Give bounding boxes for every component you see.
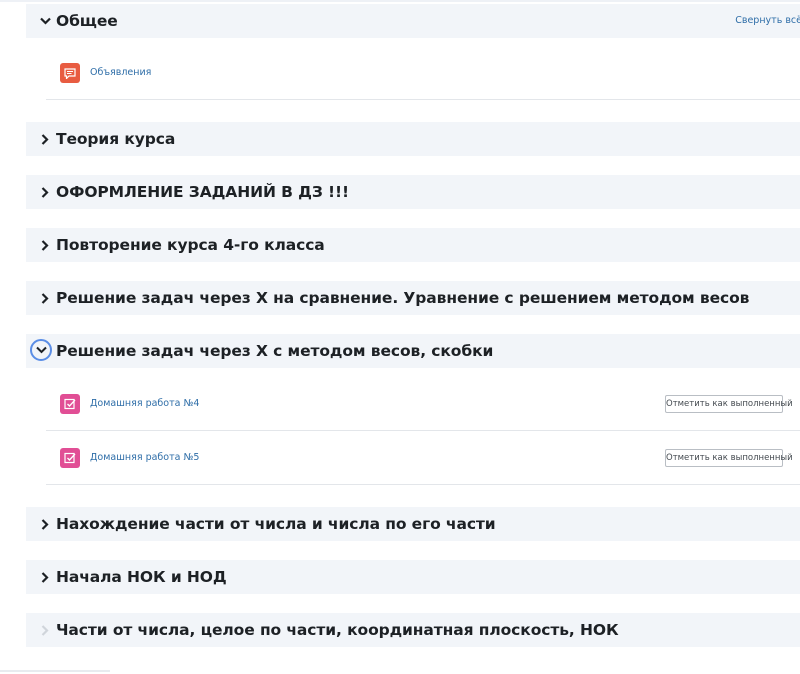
course-page: Общее Свернуть всё Объявления Теория кур… bbox=[0, 0, 800, 674]
section-title[interactable]: Повторение курса 4-го класса bbox=[56, 228, 325, 262]
top-divider bbox=[0, 0, 800, 2]
section-title[interactable]: Теория курса bbox=[56, 122, 175, 156]
section-title[interactable]: Нахождение части от числа и числа по его… bbox=[56, 507, 496, 541]
section-title[interactable]: ОФОРМЛЕНИЕ ЗАДАНИЙ В ДЗ !!! bbox=[56, 175, 349, 209]
forum-icon bbox=[60, 63, 80, 83]
chevron-right-icon[interactable] bbox=[37, 613, 53, 647]
chevron-right-icon[interactable] bbox=[37, 175, 53, 209]
section-title[interactable]: Общее bbox=[56, 4, 118, 38]
chevron-right-icon[interactable] bbox=[37, 507, 53, 541]
section-header-hw-formatting[interactable]: ОФОРМЛЕНИЕ ЗАДАНИЙ В ДЗ !!! bbox=[26, 175, 800, 209]
section-header-x-comparison[interactable]: Решение задач через Х на сравнение. Урав… bbox=[26, 281, 800, 315]
section-title[interactable]: Решение задач через Х на сравнение. Урав… bbox=[56, 281, 749, 315]
mark-as-done-button[interactable]: Отметить как выполненный bbox=[665, 395, 793, 413]
mark-as-done-button[interactable]: Отметить как выполненный bbox=[665, 449, 793, 467]
assignment-icon bbox=[60, 448, 80, 468]
section-header-grade4-review[interactable]: Повторение курса 4-го класса bbox=[26, 228, 800, 262]
chevron-right-icon[interactable] bbox=[37, 122, 53, 156]
section-header-course-theory[interactable]: Теория курса bbox=[26, 122, 800, 156]
collapse-all-link[interactable]: Свернуть всё bbox=[735, 4, 800, 38]
section-header-general[interactable]: Общее Свернуть всё bbox=[26, 4, 800, 38]
chevron-right-icon[interactable] bbox=[37, 560, 53, 594]
section-header-coordinate-plane[interactable]: Части от числа, целое по части, координа… bbox=[26, 613, 800, 647]
activity-item-announcements: Объявления bbox=[46, 46, 800, 100]
section-title[interactable]: Начала НОК и НОД bbox=[56, 560, 227, 594]
assignment-icon bbox=[60, 394, 80, 414]
chevron-down-icon[interactable] bbox=[37, 4, 53, 38]
chevron-right-icon[interactable] bbox=[37, 228, 53, 262]
chevron-down-icon[interactable] bbox=[30, 339, 52, 361]
activity-link[interactable]: Домашняя работа №5 bbox=[90, 431, 199, 485]
section-title[interactable]: Решение задач через Х с методом весов, с… bbox=[56, 334, 493, 368]
chevron-right-icon[interactable] bbox=[37, 281, 53, 315]
section-header-weights-brackets[interactable]: Решение задач через Х с методом весов, с… bbox=[26, 334, 800, 368]
section-header-part-of-number[interactable]: Нахождение части от числа и числа по его… bbox=[26, 507, 800, 541]
activity-link[interactable]: Домашняя работа №4 bbox=[90, 377, 199, 431]
activity-item-homework-4: Домашняя работа №4 Отметить как выполнен… bbox=[46, 377, 800, 431]
section-header-lcm-gcd[interactable]: Начала НОК и НОД bbox=[26, 560, 800, 594]
bottom-divider bbox=[0, 670, 110, 672]
activity-link[interactable]: Объявления bbox=[90, 46, 151, 100]
activity-item-homework-5: Домашняя работа №5 Отметить как выполнен… bbox=[46, 431, 800, 485]
section-title[interactable]: Части от числа, целое по части, координа… bbox=[56, 613, 619, 647]
